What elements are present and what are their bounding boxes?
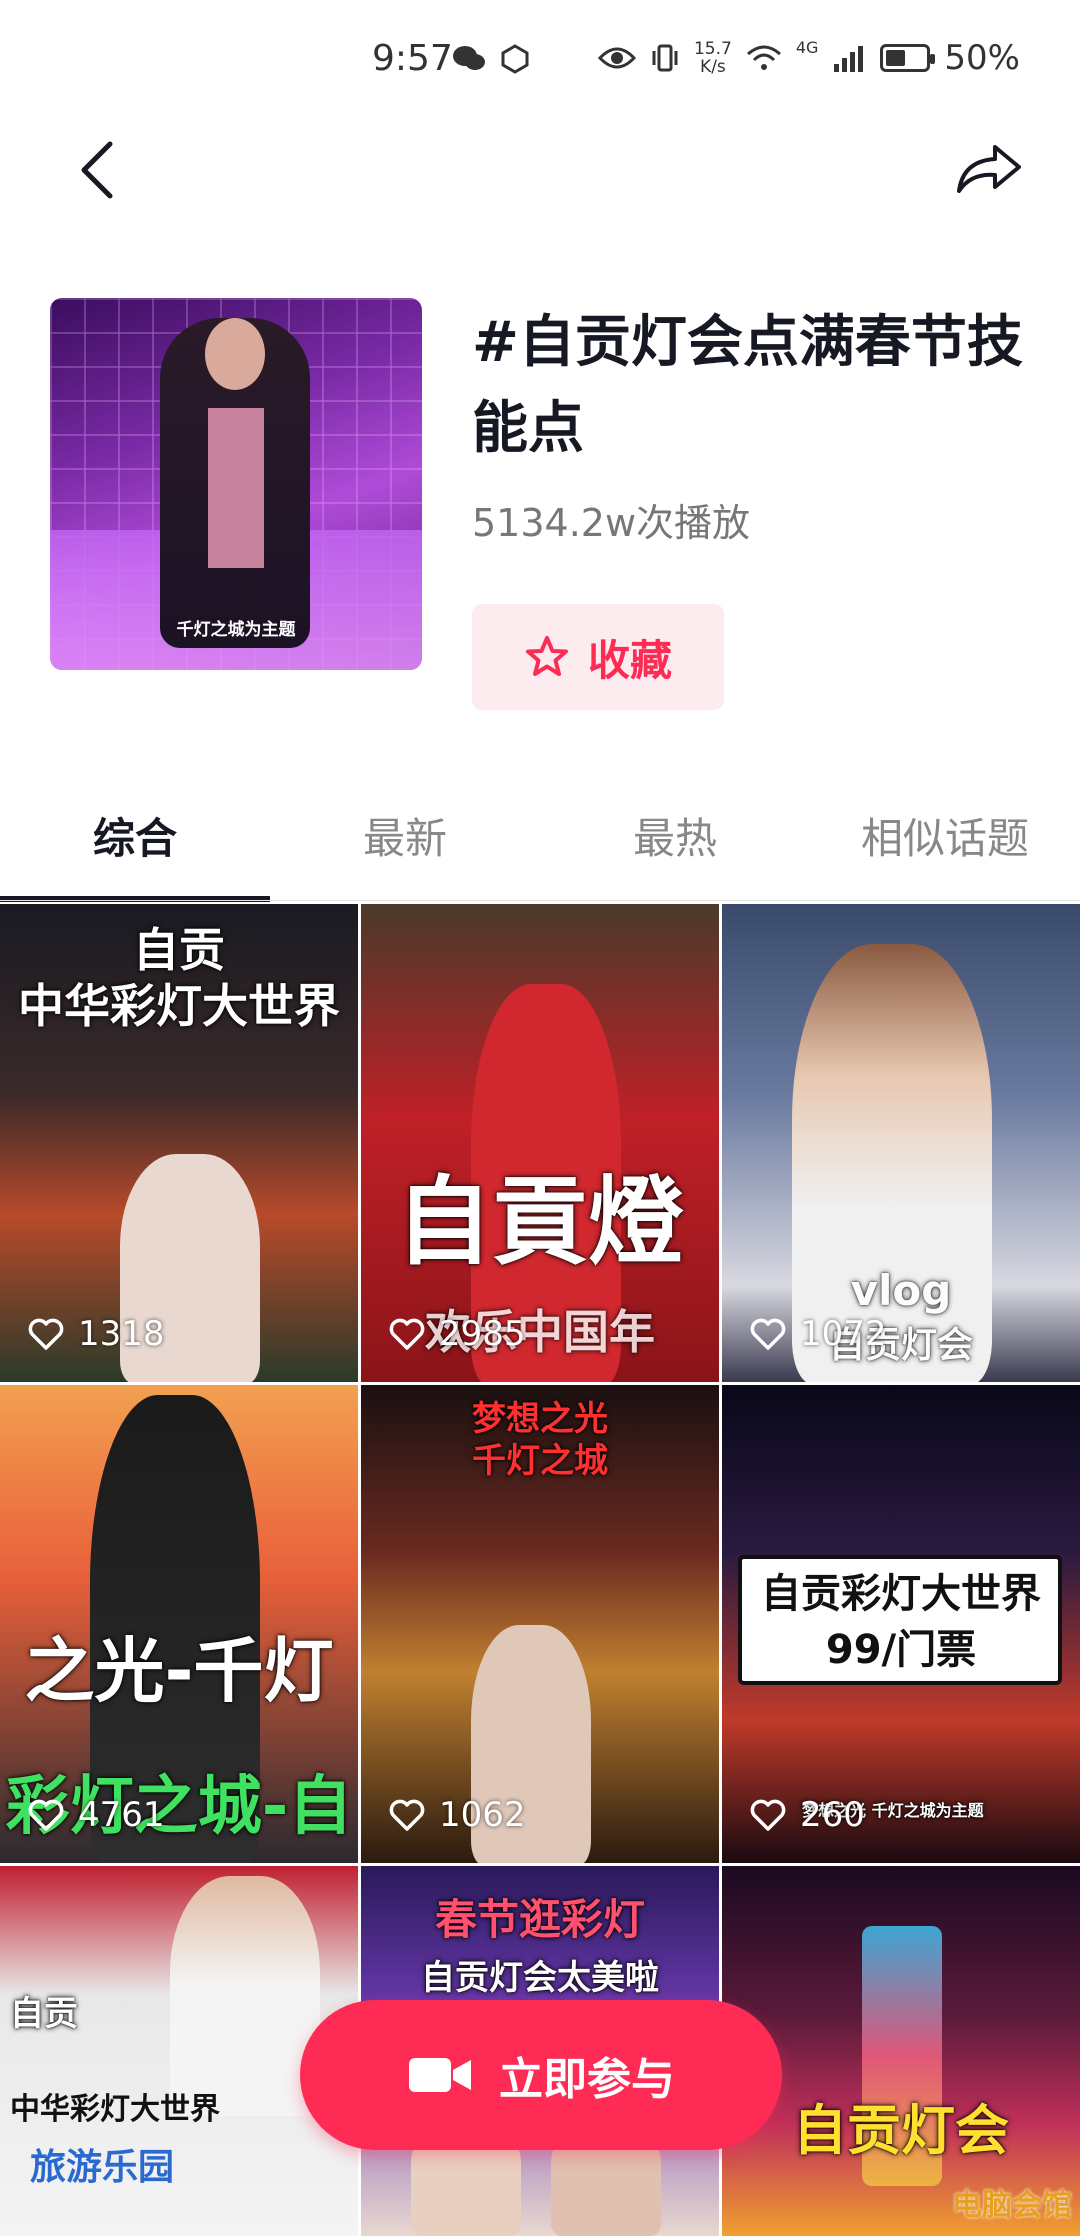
back-button[interactable] (68, 138, 124, 202)
like-count: 2985 (389, 1314, 526, 1354)
join-now-button[interactable]: 立即参与 (300, 2000, 782, 2150)
heart-icon (28, 1799, 64, 1831)
watermark: 电脑会馆 (952, 2180, 1072, 2224)
wifi-icon (746, 44, 782, 72)
status-time: 9:57 (372, 38, 453, 79)
heart-icon (389, 1318, 425, 1350)
top-nav (0, 130, 1080, 210)
tab-latest[interactable]: 最新 (270, 790, 540, 880)
battery-percent: 50% (944, 38, 1020, 78)
video-tile[interactable]: 自贡彩灯大世界 99/门票 梦想之光 千灯之城为主题 260 (722, 1385, 1080, 1863)
topic-cover-image[interactable]: 千灯之城为主题 (50, 298, 422, 670)
star-icon (524, 634, 570, 680)
video-tile[interactable]: 之光-千灯 彩灯之城-自贡 4761 (0, 1385, 358, 1863)
vibrate-icon (650, 43, 680, 73)
signal-icon (832, 44, 866, 72)
tab-bar: 综合 最新 最热 相似话题 (0, 790, 1080, 900)
tab-similar-topics[interactable]: 相似话题 (810, 790, 1080, 880)
video-tile[interactable]: vlog 自贡灯会 1072 (722, 904, 1080, 1382)
cover-caption: 千灯之城为主题 (50, 615, 422, 640)
app-hexagon-icon (500, 44, 530, 74)
tab-hottest[interactable]: 最热 (540, 790, 810, 880)
chevron-left-icon (78, 140, 114, 200)
like-count: 4761 (28, 1795, 165, 1835)
person-figure (160, 318, 310, 648)
battery-icon (880, 44, 930, 72)
wechat-icon (452, 44, 486, 74)
tab-comprehensive[interactable]: 综合 (0, 790, 270, 880)
topic-title: #自贡灯会点满春节技能点 (472, 300, 1032, 472)
heart-icon (750, 1318, 786, 1350)
like-count: 260 (750, 1795, 865, 1835)
like-count: 1318 (28, 1314, 165, 1354)
join-now-label: 立即参与 (499, 2043, 675, 2107)
share-arrow-icon (955, 143, 1023, 197)
net-speed: 15.7 K/s (694, 40, 732, 76)
play-count: 5134.2w次播放 (472, 492, 750, 547)
active-tab-indicator (0, 896, 270, 902)
heart-icon (750, 1799, 786, 1831)
eye-icon (598, 44, 636, 72)
favorite-label: 收藏 (588, 627, 672, 688)
video-tile[interactable]: 梦想之光 千灯之城 1062 (361, 1385, 719, 1863)
video-tile[interactable]: 自貢燈 欢乐中国年 2985 (361, 904, 719, 1382)
status-bar: 9:57 15.7 K/s 4G 50% (0, 0, 1080, 120)
video-camera-icon (407, 2052, 473, 2098)
like-count: 1072 (750, 1314, 887, 1354)
like-count: 1062 (389, 1795, 526, 1835)
heart-icon (28, 1318, 64, 1350)
favorite-button[interactable]: 收藏 (472, 604, 724, 710)
heart-icon (389, 1799, 425, 1831)
network-type: 4G (796, 38, 819, 57)
video-tile[interactable]: 自贡 中华彩灯大世界 1318 (0, 904, 358, 1382)
share-button[interactable] (954, 138, 1024, 202)
